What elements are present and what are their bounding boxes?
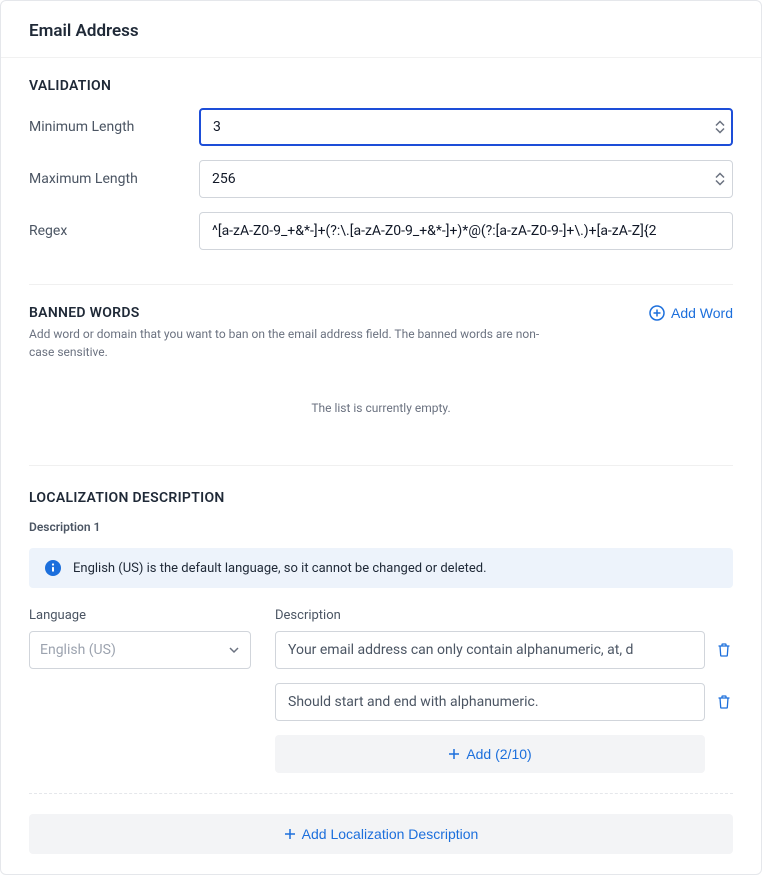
chevron-up-icon xyxy=(715,173,725,179)
regex-label: Regex xyxy=(29,223,199,239)
banned-header-text: BANNED WORDS Add word or domain that you… xyxy=(29,305,549,361)
description-text: Your email address can only contain alph… xyxy=(288,642,633,658)
delete-description-button[interactable] xyxy=(715,693,733,711)
card-header: Email Address xyxy=(1,1,761,58)
number-spinner[interactable] xyxy=(715,121,725,134)
add-localization-label: Add Localization Description xyxy=(302,826,479,842)
regex-input[interactable] xyxy=(199,212,733,250)
chevron-down-icon xyxy=(715,128,725,134)
language-value: English (US) xyxy=(40,642,116,658)
description-column: Description Your email address can only … xyxy=(275,608,733,773)
max-length-input-wrapper xyxy=(199,160,733,198)
banned-title: BANNED WORDS xyxy=(29,305,549,321)
banned-header-row: BANNED WORDS Add word or domain that you… xyxy=(29,305,733,361)
chevron-down-icon xyxy=(715,180,725,186)
plus-icon xyxy=(448,748,460,760)
description-input-1[interactable]: Your email address can only contain alph… xyxy=(275,631,705,669)
validation-section: VALIDATION Minimum Length Maximum Length xyxy=(1,58,761,270)
number-spinner[interactable] xyxy=(715,173,725,186)
description-row-1: Your email address can only contain alph… xyxy=(275,631,733,669)
trash-icon xyxy=(716,642,732,658)
banned-subtitle: Add word or domain that you want to ban … xyxy=(29,325,549,361)
max-length-label: Maximum Length xyxy=(29,171,199,187)
add-description-button[interactable]: Add (2/10) xyxy=(275,735,705,773)
regex-row: Regex xyxy=(29,212,733,250)
banned-words-section: BANNED WORDS Add word or domain that you… xyxy=(1,299,761,451)
trash-icon xyxy=(716,694,732,710)
localization-section: LOCALIZATION DESCRIPTION Description 1 E… xyxy=(1,480,761,874)
add-inline-label: Add (2/10) xyxy=(466,746,531,762)
plus-circle-icon xyxy=(649,305,665,321)
info-banner-text: English (US) is the default language, so… xyxy=(73,561,487,576)
min-length-input[interactable] xyxy=(199,108,733,146)
localization-row: Language English (US) Description Your e… xyxy=(29,608,733,773)
page-title: Email Address xyxy=(29,21,733,41)
add-word-button[interactable]: Add Word xyxy=(649,305,733,321)
chevron-up-icon xyxy=(715,121,725,127)
localization-title: LOCALIZATION DESCRIPTION xyxy=(29,490,733,506)
min-length-input-wrapper xyxy=(199,108,733,146)
description-input-2[interactable]: Should start and end with alphanumeric. xyxy=(275,683,705,721)
info-banner: English (US) is the default language, so… xyxy=(29,548,733,588)
settings-card: Email Address VALIDATION Minimum Length … xyxy=(0,0,762,875)
divider xyxy=(29,465,733,466)
dashed-divider xyxy=(29,793,733,794)
description-row-2: Should start and end with alphanumeric. xyxy=(275,683,733,721)
language-select[interactable]: English (US) xyxy=(29,631,251,669)
max-length-input[interactable] xyxy=(199,160,733,198)
description-n-label: Description 1 xyxy=(29,520,733,534)
regex-input-wrapper xyxy=(199,212,733,250)
plus-icon xyxy=(284,828,296,840)
max-length-row: Maximum Length xyxy=(29,160,733,198)
chevron-down-icon xyxy=(228,644,240,656)
description-label: Description xyxy=(275,608,733,623)
validation-title: VALIDATION xyxy=(29,78,733,94)
add-localization-button[interactable]: Add Localization Description xyxy=(29,814,733,854)
language-label: Language xyxy=(29,608,251,623)
min-length-label: Minimum Length xyxy=(29,119,199,135)
language-column: Language English (US) xyxy=(29,608,251,773)
min-length-row: Minimum Length xyxy=(29,108,733,146)
info-icon xyxy=(45,560,61,576)
description-text: Should start and end with alphanumeric. xyxy=(288,694,539,710)
add-word-label: Add Word xyxy=(671,305,733,321)
empty-list-text: The list is currently empty. xyxy=(29,361,733,445)
delete-description-button[interactable] xyxy=(715,641,733,659)
divider xyxy=(29,284,733,285)
